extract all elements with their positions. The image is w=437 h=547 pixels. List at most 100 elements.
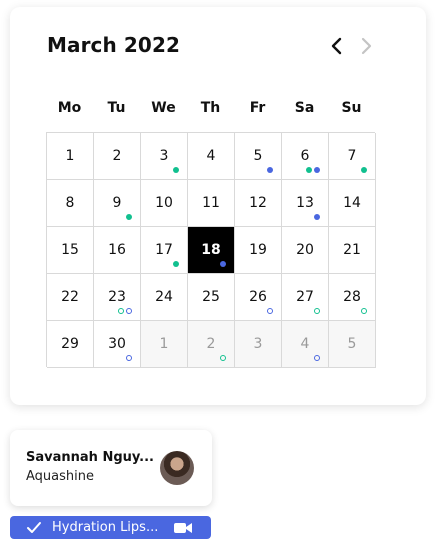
calendar-card: March 2022 Mo Tu We Th Fr Sa Su 1 2 3 4 5 6 7 8 9 10 11 1… <box>10 7 426 405</box>
event-dot <box>173 261 179 267</box>
chevron-right-icon <box>361 37 372 55</box>
event-dot <box>126 214 132 220</box>
event-indicators <box>314 214 320 220</box>
weekday-label: Su <box>341 100 362 116</box>
day-cell[interactable]: 20 <box>282 227 329 274</box>
event-dot <box>314 167 320 173</box>
day-cell-selected[interactable]: 18 <box>188 227 235 274</box>
day-cell[interactable]: 4 <box>188 133 235 180</box>
day-number: 27 <box>296 289 314 305</box>
weekday-label: Sa <box>294 100 315 116</box>
day-cell[interactable]: 15 <box>47 227 94 274</box>
day-number: 3 <box>253 336 263 352</box>
day-cell[interactable]: 22 <box>47 274 94 321</box>
day-cell[interactable]: 24 <box>141 274 188 321</box>
day-cell[interactable]: 11 <box>188 180 235 227</box>
day-number: 22 <box>61 289 79 305</box>
day-number: 29 <box>61 336 79 352</box>
next-month-button[interactable] <box>355 35 377 57</box>
month-title: March 2022 <box>47 33 180 57</box>
day-cell[interactable]: 26 <box>235 274 282 321</box>
day-cell[interactable]: 6 <box>282 133 329 180</box>
weekday-label: Fr <box>249 100 266 116</box>
day-cell[interactable]: 13 <box>282 180 329 227</box>
event-indicators <box>118 308 132 314</box>
event-dot <box>267 167 273 173</box>
day-number: 16 <box>108 242 126 258</box>
day-number: 14 <box>343 195 361 211</box>
event-indicators <box>267 167 273 173</box>
event-dot <box>314 355 320 361</box>
day-cell[interactable]: 14 <box>329 180 376 227</box>
day-cell[interactable]: 19 <box>235 227 282 274</box>
weekday-label: Mo <box>57 100 82 116</box>
event-dot <box>118 308 124 314</box>
event-indicators <box>361 308 367 314</box>
day-cell[interactable]: 27 <box>282 274 329 321</box>
event-title: Hydration Lips... <box>52 520 159 535</box>
event-dot <box>361 167 367 173</box>
day-cell[interactable]: 25 <box>188 274 235 321</box>
event-dot <box>306 167 312 173</box>
day-cell[interactable]: 1 <box>47 133 94 180</box>
weekday-header: Mo Tu We Th Fr Sa Su <box>46 100 375 120</box>
event-indicators <box>314 355 320 361</box>
contact-company: Aquashine <box>26 469 94 484</box>
chevron-left-icon <box>331 37 342 55</box>
event-indicators <box>306 167 320 173</box>
day-cell[interactable]: 9 <box>94 180 141 227</box>
day-cell[interactable]: 3 <box>235 321 282 368</box>
day-cell[interactable]: 3 <box>141 133 188 180</box>
day-number: 15 <box>61 242 79 258</box>
day-cell[interactable]: 2 <box>188 321 235 368</box>
day-cell[interactable]: 8 <box>47 180 94 227</box>
day-number: 1 <box>65 148 75 164</box>
day-number: 2 <box>112 148 122 164</box>
weekday-label: Tu <box>107 100 126 116</box>
event-dot <box>220 355 226 361</box>
day-cell[interactable]: 10 <box>141 180 188 227</box>
day-number: 8 <box>65 195 75 211</box>
event-indicators <box>126 355 132 361</box>
day-number: 25 <box>202 289 220 305</box>
event-dot <box>126 355 132 361</box>
day-number: 5 <box>253 148 263 164</box>
previous-month-button[interactable] <box>326 35 348 57</box>
day-number: 7 <box>347 148 357 164</box>
day-cell[interactable]: 17 <box>141 227 188 274</box>
day-number: 28 <box>343 289 361 305</box>
day-cell[interactable]: 30 <box>94 321 141 368</box>
event-chip[interactable]: Hydration Lips... <box>10 516 211 539</box>
day-number: 23 <box>108 289 126 305</box>
day-cell[interactable]: 4 <box>282 321 329 368</box>
event-dot <box>173 167 179 173</box>
day-cell[interactable]: 5 <box>235 133 282 180</box>
day-cell[interactable]: 2 <box>94 133 141 180</box>
day-cell[interactable]: 23 <box>94 274 141 321</box>
contact-name: Savannah Nguy... <box>26 450 154 465</box>
day-number: 17 <box>155 242 173 258</box>
day-number: 1 <box>159 336 169 352</box>
calendar-grid: 1 2 3 4 5 6 7 8 9 10 11 12 13 14 15 16 17 18 19 20 21 22 23 24 2… <box>46 132 376 368</box>
day-cell[interactable]: 1 <box>141 321 188 368</box>
day-cell[interactable]: 12 <box>235 180 282 227</box>
day-cell[interactable]: 21 <box>329 227 376 274</box>
day-number: 4 <box>206 148 216 164</box>
event-dot <box>126 308 132 314</box>
day-cell[interactable]: 28 <box>329 274 376 321</box>
day-number: 30 <box>108 336 126 352</box>
day-cell[interactable]: 29 <box>47 321 94 368</box>
day-cell[interactable]: 7 <box>329 133 376 180</box>
event-indicators <box>220 355 226 361</box>
day-number: 13 <box>296 195 314 211</box>
event-indicators <box>361 167 367 173</box>
contact-card[interactable]: Savannah Nguy... Aquashine <box>10 430 212 506</box>
day-cell[interactable]: 5 <box>329 321 376 368</box>
event-dot <box>267 308 273 314</box>
event-dot <box>314 214 320 220</box>
event-indicators <box>314 308 320 314</box>
day-cell[interactable]: 16 <box>94 227 141 274</box>
day-number: 26 <box>249 289 267 305</box>
day-number: 12 <box>249 195 267 211</box>
event-indicators <box>267 308 273 314</box>
